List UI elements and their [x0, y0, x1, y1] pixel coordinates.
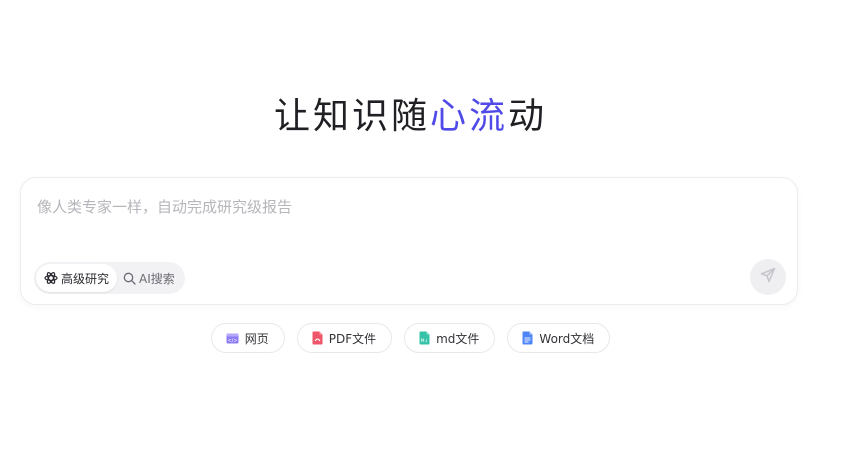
atom-icon: [44, 271, 58, 285]
webpage-icon: </>: [226, 333, 239, 344]
chip-word-label: Word文档: [539, 331, 595, 346]
headline-part-1: 让知识随: [273, 96, 430, 137]
chip-webpage-label: 网页: [244, 331, 269, 346]
headline-accent: 心流: [429, 96, 508, 137]
svg-text:M↓: M↓: [421, 338, 429, 344]
chip-word[interactable]: Word文档: [507, 323, 611, 353]
mode-advanced-research-label: 高级研究: [61, 271, 110, 286]
mode-switch: 高级研究 AI搜索: [34, 262, 185, 294]
source-chips: </> 网页 PDF文件 M↓ md文件 Word文档: [0, 323, 821, 353]
svg-text:</>: </>: [227, 338, 237, 344]
send-icon: [759, 266, 777, 288]
headline-part-2: 动: [508, 96, 548, 137]
mode-ai-search-button[interactable]: AI搜索: [117, 264, 183, 292]
chip-md[interactable]: M↓ md文件: [404, 323, 496, 353]
search-icon: [123, 272, 136, 285]
md-file-icon: M↓: [419, 331, 430, 345]
pdf-file-icon: [312, 331, 323, 345]
headline: 让知识随心流动: [0, 92, 821, 142]
chip-pdf-label: PDF文件: [328, 331, 377, 346]
mode-advanced-research-button[interactable]: 高级研究: [36, 264, 118, 292]
page: 让知识随心流动 高级研究: [0, 0, 841, 461]
chip-md-label: md文件: [436, 331, 480, 346]
query-card: 高级研究 AI搜索: [20, 177, 798, 305]
mode-ai-search-label: AI搜索: [139, 271, 175, 286]
send-button[interactable]: [750, 259, 786, 295]
query-input[interactable]: [37, 196, 777, 256]
chip-webpage[interactable]: </> 网页: [210, 323, 285, 353]
word-file-icon: [522, 331, 533, 345]
chip-pdf[interactable]: PDF文件: [296, 323, 393, 353]
